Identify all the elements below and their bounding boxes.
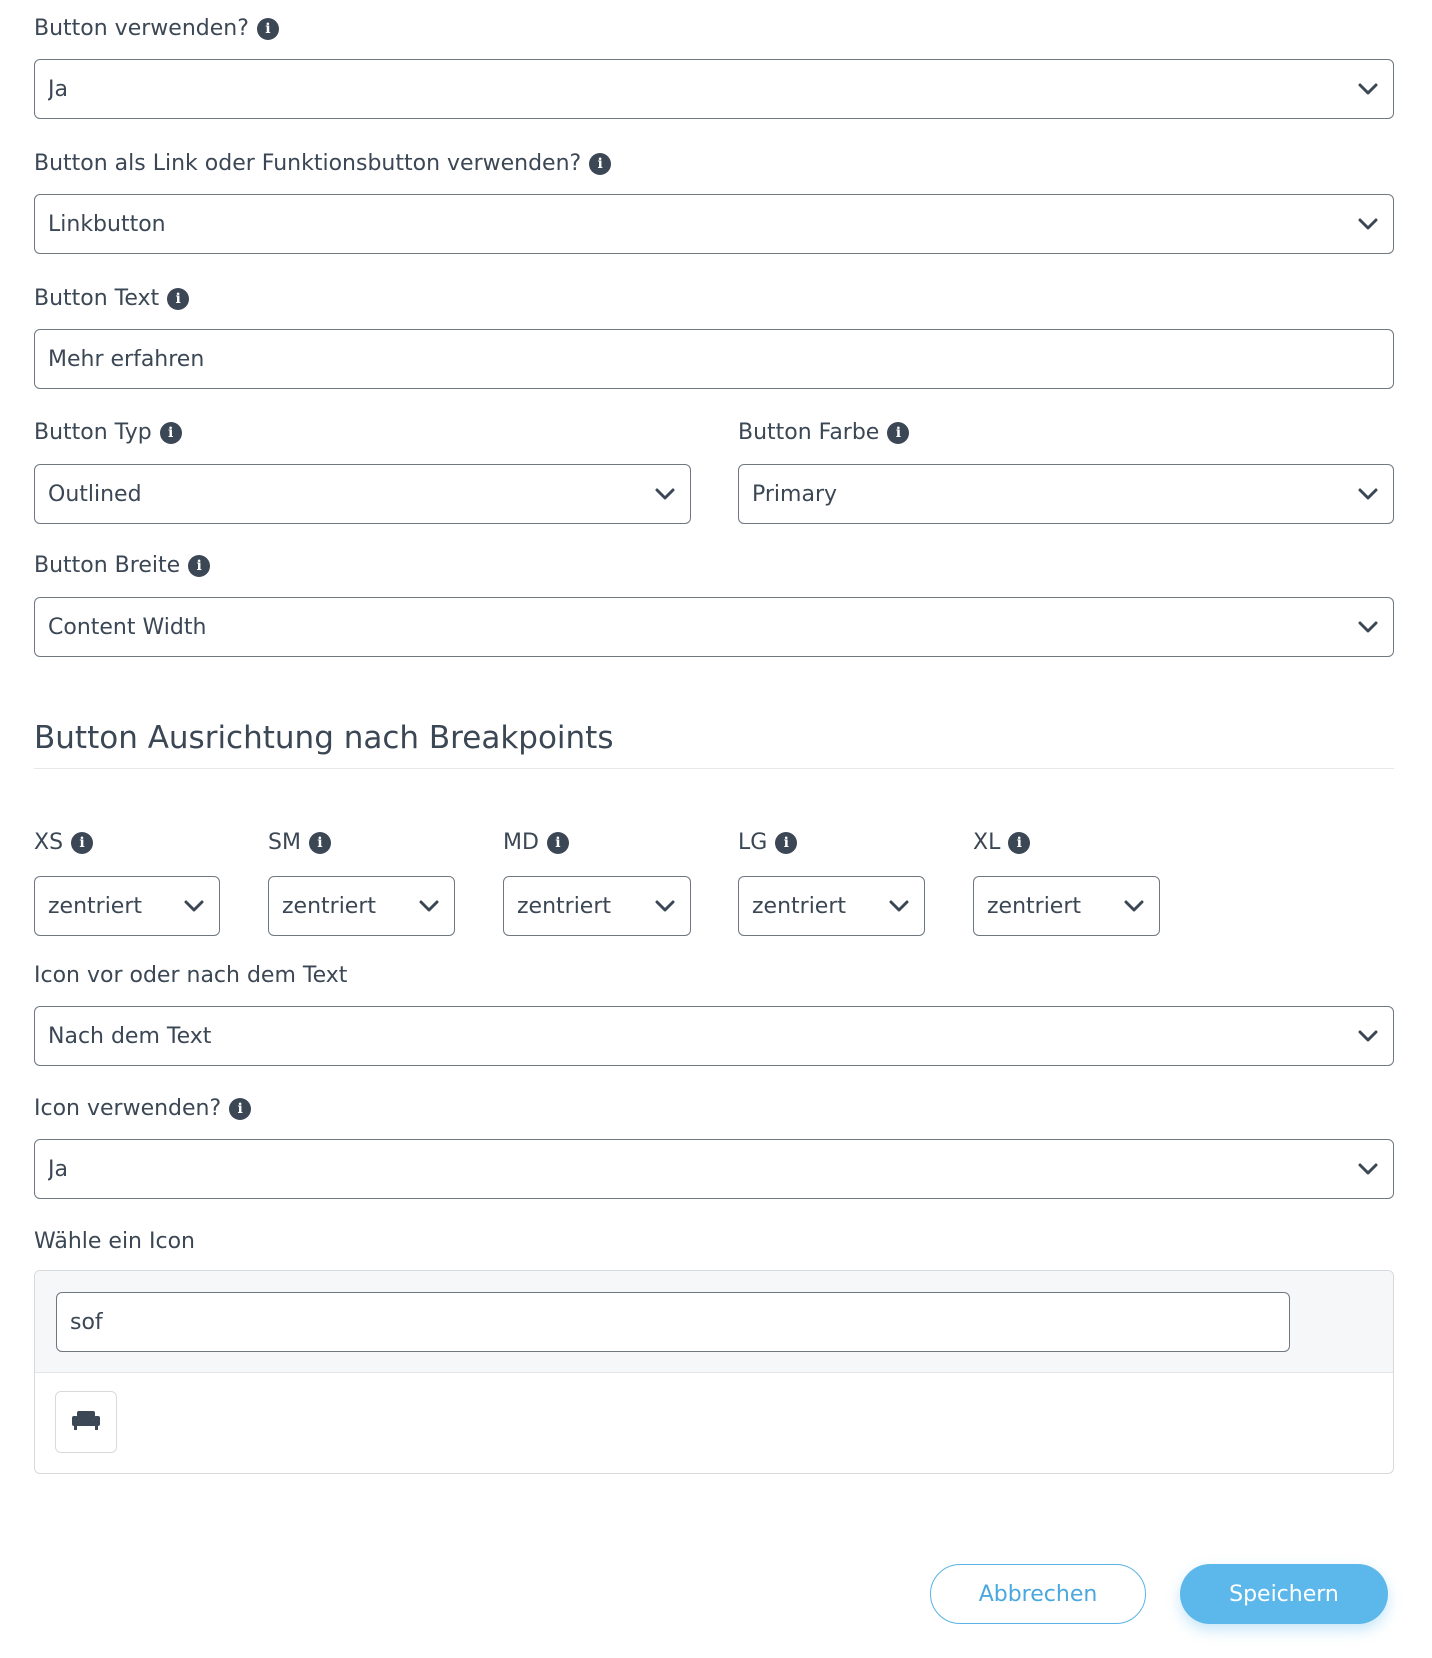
- icon-picker-label: Wähle ein Icon: [34, 1229, 195, 1254]
- button-kind-select[interactable]: Linkbutton: [34, 194, 1394, 254]
- button-color-label: Button Farbe i: [738, 422, 910, 444]
- chevron-down-icon: [1117, 891, 1151, 921]
- button-color-select[interactable]: Primary: [738, 464, 1394, 524]
- info-icon[interactable]: i: [159, 422, 182, 444]
- save-button[interactable]: Speichern: [1180, 1564, 1388, 1624]
- breakpoint-label-md: MD i: [503, 832, 569, 854]
- info-icon[interactable]: i: [546, 832, 569, 854]
- chevron-down-icon: [1351, 1154, 1385, 1184]
- icon-use-select[interactable]: Ja: [34, 1139, 1394, 1199]
- icon-position-label: Icon vor oder nach dem Text: [34, 963, 348, 988]
- icon-use-label: Icon verwenden? i: [34, 1098, 252, 1120]
- icon-position-select[interactable]: Nach dem Text: [34, 1006, 1394, 1066]
- info-icon[interactable]: i: [775, 832, 798, 854]
- icon-result-couch[interactable]: [55, 1391, 117, 1453]
- couch-icon: [71, 1409, 101, 1435]
- chevron-down-icon: [648, 479, 682, 509]
- chevron-down-icon: [412, 891, 446, 921]
- chevron-down-icon: [882, 891, 916, 921]
- breakpoint-label-sm: SM i: [268, 832, 331, 854]
- breakpoint-label-lg: LG i: [738, 832, 798, 854]
- breakpoint-select-lg[interactable]: zentriert: [738, 876, 925, 936]
- breakpoint-select-xs[interactable]: zentriert: [34, 876, 220, 936]
- info-icon[interactable]: i: [256, 18, 279, 40]
- info-icon[interactable]: i: [229, 1098, 252, 1120]
- breakpoint-label-xl: XL i: [973, 832, 1031, 854]
- icon-picker-panel: sof: [34, 1270, 1394, 1474]
- button-type-label: Button Typ i: [34, 422, 182, 444]
- info-icon[interactable]: i: [188, 555, 211, 577]
- button-type-select[interactable]: Outlined: [34, 464, 691, 524]
- button-use-label: Button verwenden? i: [34, 18, 279, 40]
- chevron-down-icon: [648, 891, 682, 921]
- info-icon[interactable]: i: [308, 832, 331, 854]
- breakpoint-label-xs: XS i: [34, 832, 94, 854]
- cancel-button[interactable]: Abbrechen: [930, 1564, 1146, 1624]
- icon-search-input[interactable]: sof: [56, 1292, 1290, 1352]
- button-use-select[interactable]: Ja: [34, 59, 1394, 119]
- info-icon[interactable]: i: [167, 288, 190, 310]
- info-icon[interactable]: i: [589, 153, 612, 175]
- button-width-label: Button Breite i: [34, 555, 211, 577]
- chevron-down-icon: [177, 891, 211, 921]
- chevron-down-icon: [1351, 612, 1385, 642]
- breakpoint-select-xl[interactable]: zentriert: [973, 876, 1160, 936]
- chevron-down-icon: [1351, 74, 1385, 104]
- button-kind-label: Button als Link oder Funktionsbutton ver…: [34, 153, 612, 175]
- info-icon[interactable]: i: [71, 832, 94, 854]
- section-divider: [34, 768, 1394, 769]
- info-icon[interactable]: i: [887, 422, 910, 444]
- chevron-down-icon: [1351, 479, 1385, 509]
- button-text-input[interactable]: Mehr erfahren: [34, 329, 1394, 389]
- chevron-down-icon: [1351, 209, 1385, 239]
- button-text-label: Button Text i: [34, 288, 190, 310]
- section-title: Button Ausrichtung nach Breakpoints: [34, 720, 614, 756]
- info-icon[interactable]: i: [1008, 832, 1031, 854]
- breakpoint-select-sm[interactable]: zentriert: [268, 876, 455, 936]
- chevron-down-icon: [1351, 1021, 1385, 1051]
- button-width-select[interactable]: Content Width: [34, 597, 1394, 657]
- breakpoint-select-md[interactable]: zentriert: [503, 876, 691, 936]
